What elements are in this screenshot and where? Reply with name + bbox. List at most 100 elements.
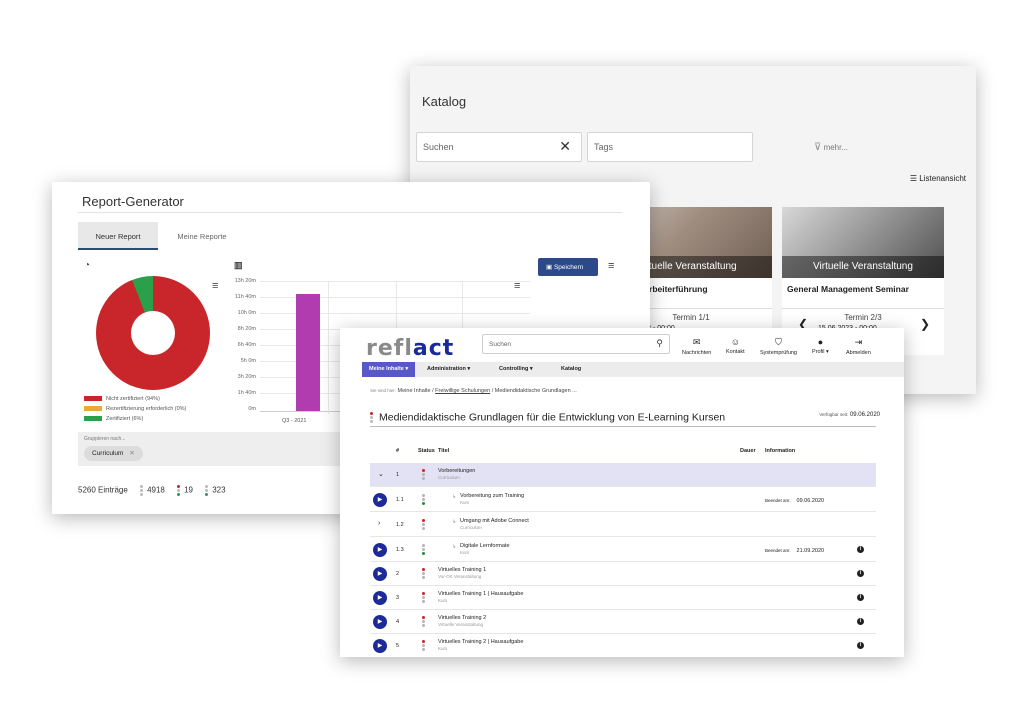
- bar-chart-icon: ▥: [234, 260, 243, 270]
- status-dots-icon: [205, 484, 209, 497]
- subitem-arrow-icon: ↳: [452, 494, 457, 500]
- info-icon[interactable]: i: [857, 546, 864, 553]
- chevron-down-icon[interactable]: ⌄: [378, 470, 384, 478]
- row-title: Umgang mit Adobe Connect Curriculum: [460, 518, 529, 530]
- divider: [782, 308, 944, 309]
- x-tick: Q3 - 2021: [282, 418, 307, 424]
- tags-input[interactable]: Tags: [587, 132, 753, 162]
- divider: [78, 212, 622, 213]
- play-icon[interactable]: ▶: [373, 615, 387, 629]
- clear-icon[interactable]: ✕: [559, 138, 571, 155]
- legend-item: Rezertifizierung erforderlich (0%): [84, 406, 186, 412]
- list-view-label: Listenansicht: [919, 174, 966, 183]
- list-view-button[interactable]: ☰ Listenansicht: [910, 174, 966, 183]
- search-icon[interactable]: ⚲: [656, 338, 663, 349]
- play-icon[interactable]: ▶: [373, 639, 387, 653]
- course-card-image: Virtuelle Veranstaltung: [782, 207, 944, 278]
- grid-line: [328, 282, 329, 414]
- nav-controlling[interactable]: Controlling ▾: [492, 362, 540, 377]
- count-value: 4918: [147, 485, 165, 495]
- play-icon[interactable]: ▶: [373, 567, 387, 581]
- logout-icon: ⇥: [854, 337, 863, 347]
- status-dots-icon: [177, 484, 181, 497]
- play-icon[interactable]: ▶: [373, 591, 387, 605]
- row-number: 4: [396, 619, 400, 625]
- table-row[interactable]: ▶ 1.1 ↳ Vorbereitung zum Training Kurs Be…: [370, 488, 876, 512]
- close-icon[interactable]: ✕: [129, 450, 134, 457]
- list-icon: ☰: [909, 174, 918, 183]
- nachrichten-button[interactable]: ✉ Nachrichten: [682, 337, 711, 356]
- group-chip[interactable]: Curriculum ✕: [84, 446, 143, 461]
- katalog-title: Katalog: [422, 94, 467, 109]
- tab-meine-reporte[interactable]: Meine Reporte: [162, 222, 242, 250]
- chart-menu-icon[interactable]: ≡: [212, 280, 218, 292]
- table-row[interactable]: ▶ 3 Virtuelles Training 1 | Hausaufgabe K…: [370, 586, 876, 610]
- nav-administration[interactable]: Administration ▾: [420, 362, 477, 377]
- bar-q3-2021: [296, 294, 320, 411]
- header-status: Status: [418, 448, 435, 454]
- subitem-arrow-icon: ↳: [452, 519, 457, 525]
- header-information: Information: [765, 448, 796, 454]
- legend-label: Zertifiziert (6%): [106, 416, 144, 422]
- save-icon: ▣: [546, 264, 553, 271]
- row-finished: Beendet am: 09.06.2020: [765, 498, 825, 504]
- info-icon[interactable]: i: [857, 642, 864, 649]
- main-search-input[interactable]: Suchen ⚲: [482, 334, 670, 354]
- row-title: Virtuelles Training 2 | Hausaufgabe Kurs: [438, 639, 524, 651]
- entry-stats: 5260 Einträge 4918 19 323: [78, 484, 226, 497]
- more-filter-label: mehr...: [823, 143, 849, 152]
- pie-chart-icon: ◔: [84, 260, 91, 271]
- more-filter-button[interactable]: ⊽ mehr...: [814, 142, 848, 153]
- table-row[interactable]: ▶ 1.3 ↳ Digitale Lernformate Kurs Beendet…: [370, 538, 876, 562]
- row-number: 1: [396, 472, 400, 478]
- breadcrumb-item[interactable]: Freiwillige Schulungen: [435, 388, 490, 394]
- profil-button[interactable]: ● Profil ▾: [812, 337, 829, 355]
- row-title: Vorbereitung zum Training Kurs: [460, 493, 525, 505]
- table-row[interactable]: ▶ 5 Virtuelles Training 2 | Hausaufgabe K…: [370, 634, 876, 657]
- y-tick: 11h 40m: [235, 294, 256, 300]
- chart-menu-icon[interactable]: ≡: [514, 280, 520, 292]
- available-since: Verfügbar seit: 09.06.2020: [819, 412, 880, 418]
- status-dots-icon: [422, 639, 425, 652]
- contact-icon: ☺: [730, 337, 740, 347]
- page-title-text: Mediendidaktische Grundlagen für die Ent…: [379, 411, 726, 424]
- tab-neuer-report[interactable]: Neuer Report: [78, 222, 158, 250]
- table-row[interactable]: ▶ 2 Virtuelles Training 1 Vor-Ort Veranst…: [370, 562, 876, 586]
- info-icon[interactable]: i: [857, 570, 864, 577]
- row-number: 5: [396, 643, 400, 649]
- shield-check-icon: ⛉: [775, 337, 782, 347]
- abmelden-button[interactable]: ⇥ Abmelden: [846, 337, 871, 356]
- katalog-search-input[interactable]: Suchen ✕: [416, 132, 582, 162]
- status-dots-icon: [422, 567, 425, 580]
- breadcrumb: Sie sind hier: Meine Inhalte / Freiwilli…: [370, 388, 577, 394]
- info-icon[interactable]: i: [857, 594, 864, 601]
- row-number: 1.3: [396, 547, 404, 553]
- nav-katalog[interactable]: Katalog: [554, 362, 588, 377]
- y-tick: 13h 20m: [234, 278, 256, 284]
- count-value: 19: [184, 485, 193, 495]
- info-icon[interactable]: i: [857, 618, 864, 625]
- legend-item: Zertifiziert (6%): [84, 416, 143, 422]
- status-dots-icon: [422, 468, 425, 481]
- save-button[interactable]: ▣ Speichern: [538, 258, 598, 276]
- play-icon[interactable]: ▶: [373, 493, 387, 507]
- play-icon[interactable]: ▶: [373, 543, 387, 557]
- legend-item: Nicht zertifiziert (94%): [84, 396, 160, 402]
- systempruefung-button[interactable]: ⛉ Systemprüfung: [760, 337, 797, 356]
- table-row[interactable]: › 1.2 ↳ Umgang mit Adobe Connect Curricul…: [370, 513, 876, 537]
- menu-icon[interactable]: ≡: [608, 260, 614, 272]
- breadcrumb-item: Mediendidaktische Grundlagen ...: [494, 388, 577, 394]
- row-title: Virtuelles Training 2 Virtuelle Veranstal…: [438, 615, 487, 627]
- breadcrumb-item[interactable]: Meine Inhalte: [398, 388, 431, 394]
- nav-meine-inhalte[interactable]: Meine Inhalte ▾: [362, 362, 416, 377]
- table-row[interactable]: ⌄ 1 Vorbereitungen Curriculum: [370, 463, 876, 487]
- chevron-right-icon[interactable]: ❯: [920, 317, 930, 331]
- table-row[interactable]: ▶ 4 Virtuelles Training 2 Virtuelle Veran…: [370, 610, 876, 634]
- kontakt-button[interactable]: ☺ Kontakt: [726, 337, 745, 355]
- save-label: Speichern: [553, 264, 584, 271]
- chevron-right-icon[interactable]: ›: [378, 520, 380, 527]
- status-dots-icon: [422, 493, 425, 506]
- divider: [370, 426, 876, 427]
- donut-hole: [131, 311, 175, 355]
- mail-icon: ✉: [692, 337, 701, 347]
